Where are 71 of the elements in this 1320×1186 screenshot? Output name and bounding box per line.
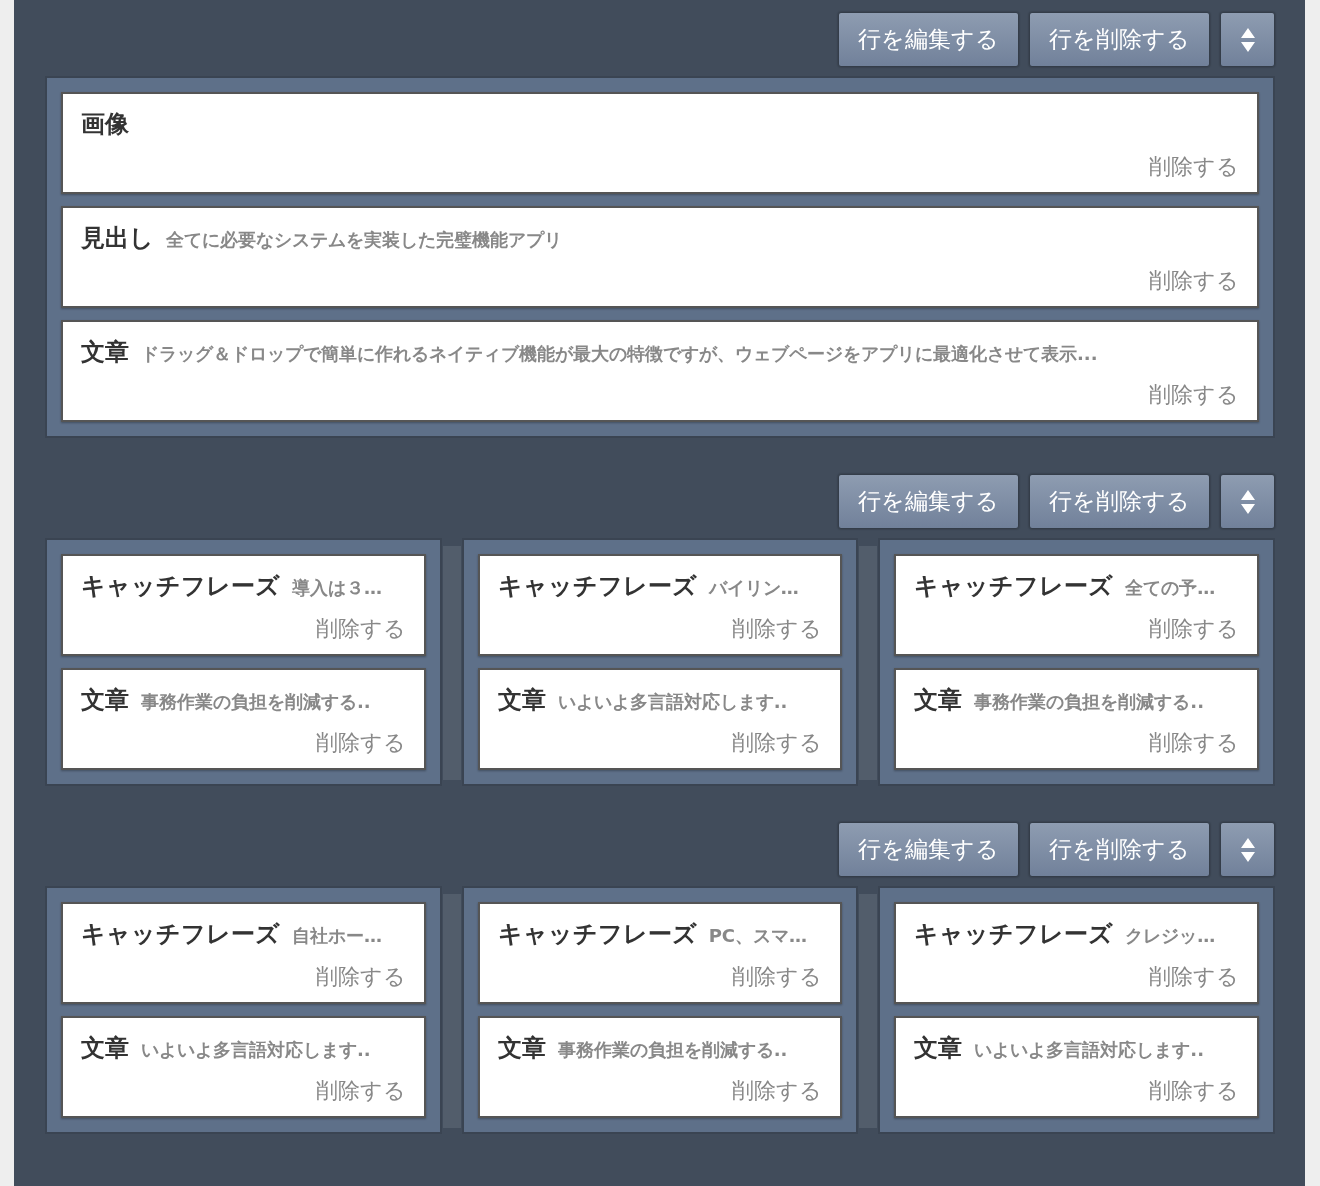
delete-link[interactable]: 削除する: [315, 962, 406, 992]
block-title: 文章: [914, 685, 963, 716]
delete-link[interactable]: 削除する: [732, 962, 823, 992]
block-summary: 全てに必要なシステムを実装した完璧機能アプリ: [166, 228, 562, 252]
delete-row-button[interactable]: 行を削除する: [1029, 12, 1210, 67]
delete-link[interactable]: 削除する: [1149, 728, 1239, 758]
content-block[interactable]: 文章 いよいよ多言語対応します.. 削除する: [894, 1016, 1259, 1118]
block-summary: バイリン…: [708, 576, 799, 600]
delete-link[interactable]: 削除する: [1149, 962, 1239, 992]
block-title: 文章: [81, 685, 129, 716]
sort-icon: [1240, 837, 1255, 862]
block-title: キャッチフレーズ: [81, 571, 280, 602]
sort-button[interactable]: [1220, 12, 1275, 67]
block-title: 文章: [497, 685, 546, 716]
block-summary: 導入は３…: [292, 576, 382, 600]
delete-row-button[interactable]: 行を削除する: [1029, 474, 1210, 529]
delete-link[interactable]: 削除する: [732, 614, 823, 644]
sort-button[interactable]: [1220, 822, 1275, 877]
block-title: キャッチフレーズ: [81, 919, 280, 950]
sort-button[interactable]: [1220, 474, 1275, 529]
delete-link[interactable]: 削除する: [1149, 152, 1239, 182]
delete-link[interactable]: 削除する: [732, 728, 823, 758]
block-summary: 事務作業の負担を削減する..: [141, 690, 371, 714]
block-title: 見出し: [81, 223, 154, 254]
block-title: 文章: [914, 1033, 963, 1064]
delete-row-button[interactable]: 行を削除する: [1029, 822, 1210, 877]
block-summary: クレジッ…: [1125, 924, 1216, 948]
block-summary: PC、スマ…: [708, 924, 808, 948]
sort-icon: [1240, 489, 1255, 514]
block-summary: 事務作業の負担を削減する..: [974, 690, 1205, 714]
block-title: キャッチフレーズ: [914, 919, 1114, 950]
content-block[interactable]: 文章 事務作業の負担を削減する.. 削除する: [894, 668, 1259, 770]
content-block[interactable]: キャッチフレーズ 自社ホー… 削除する: [61, 902, 426, 1004]
block-summary: いよいよ多言語対応します..: [557, 690, 788, 714]
edit-row-button[interactable]: 行を編集する: [838, 474, 1019, 529]
block-title: 文章: [81, 1033, 129, 1064]
content-block[interactable]: キャッチフレーズ PC、スマ… 削除する: [477, 902, 843, 1004]
content-block[interactable]: 画像 削除する: [61, 92, 1259, 194]
content-block[interactable]: キャッチフレーズ バイリン… 削除する: [477, 554, 843, 656]
block-title: キャッチフレーズ: [497, 919, 697, 950]
content-block[interactable]: 文章 いよいよ多言語対応します.. 削除する: [61, 1016, 426, 1118]
block-summary: 全ての予…: [1125, 576, 1216, 600]
delete-link[interactable]: 削除する: [1149, 1076, 1239, 1106]
content-block[interactable]: キャッチフレーズ 全ての予… 削除する: [894, 554, 1259, 656]
content-block[interactable]: キャッチフレーズ 導入は３… 削除する: [61, 554, 426, 656]
edit-row-button[interactable]: 行を編集する: [838, 822, 1019, 877]
block-title: 画像: [81, 109, 129, 140]
block-title: キャッチフレーズ: [497, 571, 697, 602]
content-block[interactable]: 見出し 全てに必要なシステムを実装した完璧機能アプリ 削除する: [61, 206, 1259, 308]
content-block[interactable]: 文章 事務作業の負担を削減する.. 削除する: [61, 668, 426, 770]
block-summary: 自社ホー…: [292, 924, 382, 948]
block-summary: いよいよ多言語対応します..: [974, 1038, 1205, 1062]
sort-icon: [1240, 27, 1255, 52]
delete-link[interactable]: 削除する: [315, 1076, 406, 1106]
content-block[interactable]: 文章 事務作業の負担を削減する.. 削除する: [477, 1016, 843, 1118]
content-block[interactable]: キャッチフレーズ クレジッ… 削除する: [894, 902, 1259, 1004]
block-title: 文章: [497, 1033, 546, 1064]
block-title: 文章: [81, 337, 129, 368]
content-block[interactable]: 文章 ドラッグ＆ドロップで簡単に作れるネイティブ機能が最大の特徴ですが、ウェブページをアプリに最適化させて表示... 削除する: [61, 320, 1259, 422]
delete-link[interactable]: 削除する: [1149, 266, 1239, 296]
delete-link[interactable]: 削除する: [1149, 380, 1239, 410]
block-title: キャッチフレーズ: [914, 571, 1114, 602]
block-summary: ドラッグ＆ドロップで簡単に作れるネイティブ機能が最大の特徴ですが、ウェブページをアプリに最適化させて表示...: [141, 342, 1098, 366]
content-block[interactable]: 文章 いよいよ多言語対応します.. 削除する: [477, 668, 843, 770]
delete-link[interactable]: 削除する: [1149, 614, 1239, 644]
delete-link[interactable]: 削除する: [315, 728, 406, 758]
block-summary: いよいよ多言語対応します..: [141, 1038, 371, 1062]
delete-link[interactable]: 削除する: [315, 614, 406, 644]
edit-row-button[interactable]: 行を編集する: [838, 12, 1019, 67]
block-summary: 事務作業の負担を削減する..: [557, 1038, 788, 1062]
delete-link[interactable]: 削除する: [732, 1076, 823, 1106]
